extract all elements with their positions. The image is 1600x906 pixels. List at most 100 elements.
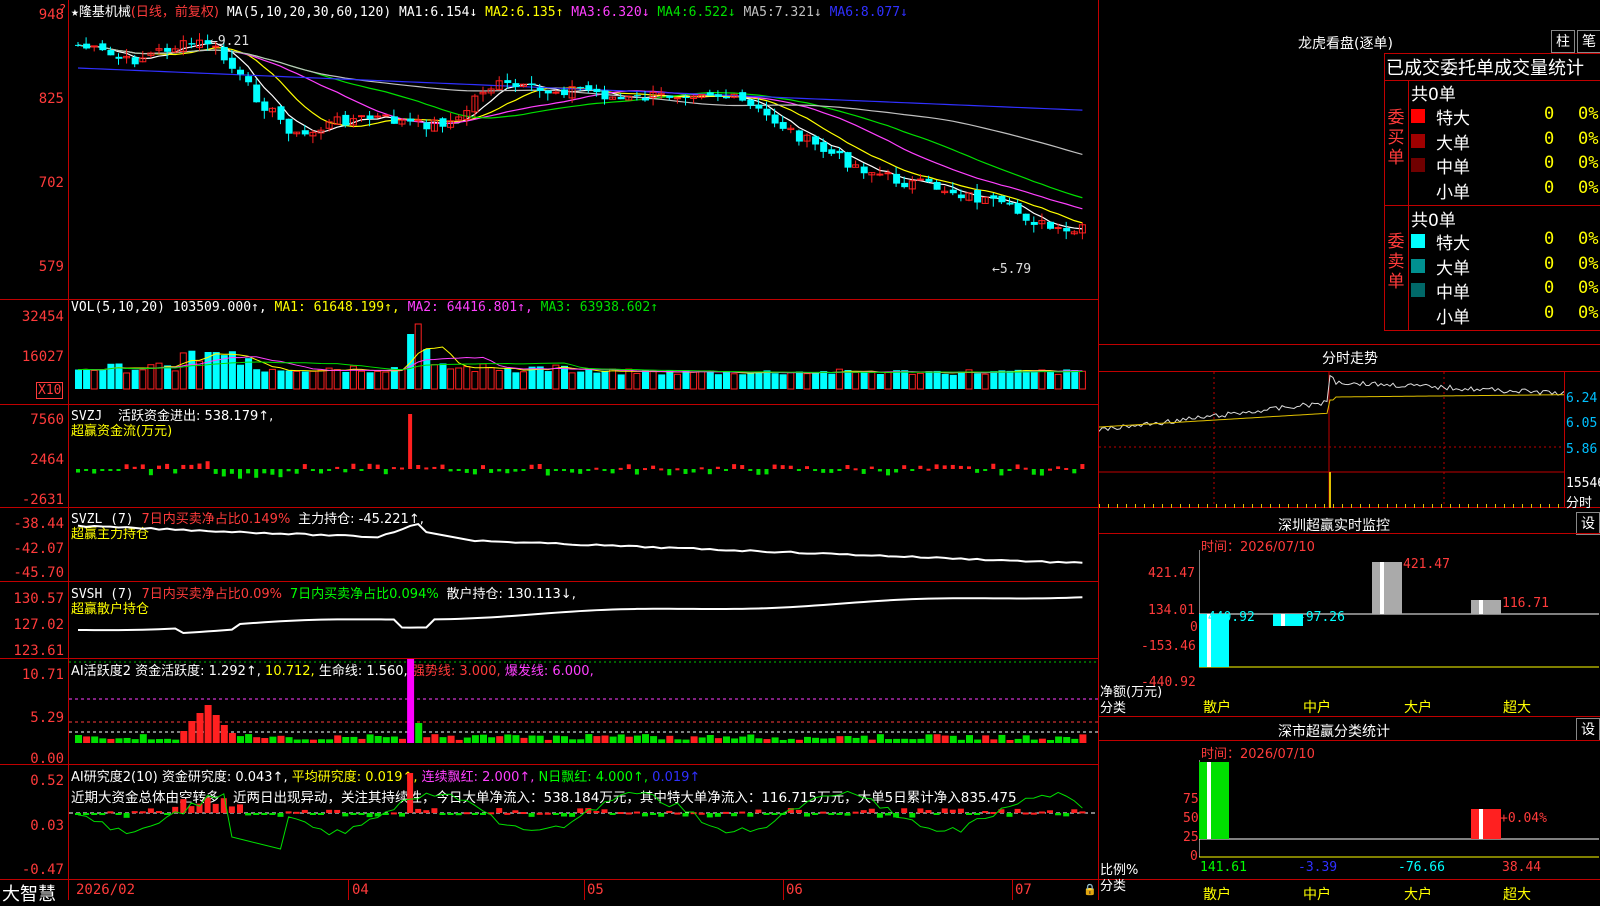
intraday-volume — [1549, 504, 1550, 508]
vol-unit-badge[interactable]: X10 — [36, 382, 64, 399]
monitor-settings-button[interactable]: 设 — [1576, 512, 1600, 535]
activity-bar — [131, 739, 139, 743]
activity-bar — [285, 737, 293, 743]
flow-bar — [918, 465, 923, 469]
question-icon[interactable]: ? — [59, 2, 66, 16]
candle-body — [301, 130, 309, 135]
volume-chart — [75, 323, 1086, 390]
candle-body — [261, 101, 269, 111]
flow-bar — [408, 414, 413, 469]
order-count: 0 — [1544, 104, 1555, 124]
tick-view-button[interactable]: 笔 — [1577, 30, 1600, 53]
research-bar — [520, 812, 527, 815]
intraday-chart[interactable] — [1099, 372, 1564, 508]
candle-body — [682, 97, 690, 99]
volume-bar — [1078, 370, 1086, 390]
intraday-volume — [1297, 504, 1298, 508]
activity-bar — [982, 735, 990, 743]
candle-body — [916, 178, 924, 181]
activity-bar — [1022, 735, 1030, 743]
flow-bar — [553, 469, 558, 471]
volume-ma-line — [77, 361, 1083, 373]
lock-icon[interactable]: 🔒 — [1083, 883, 1097, 896]
column-view-button[interactable]: 柱 — [1551, 30, 1575, 53]
research-bar — [617, 812, 624, 815]
activity-bar — [755, 738, 763, 743]
activity-bar — [1055, 736, 1063, 743]
research-bar — [795, 809, 802, 813]
flow-bar — [586, 469, 591, 471]
research-bar — [909, 813, 916, 818]
intraday-volume — [1468, 504, 1469, 508]
svzl-chart — [77, 522, 1083, 564]
holding-line — [77, 522, 1083, 564]
category-label: 超大 — [1503, 887, 1531, 903]
research-bar — [277, 813, 284, 817]
flow-bar — [950, 464, 955, 469]
activity-bar — [277, 735, 285, 743]
intraday-volume — [1360, 504, 1361, 508]
intraday-volume — [1558, 504, 1559, 508]
stat2-value: 38.44 — [1502, 860, 1542, 875]
flow-bar — [359, 469, 364, 471]
volume-bar — [908, 373, 916, 390]
sell-orders-label: 委卖单 — [1387, 232, 1405, 292]
research-bar — [925, 810, 932, 813]
volume-bar — [561, 365, 568, 389]
intraday-volume — [1459, 504, 1460, 508]
candle-body — [1054, 227, 1062, 230]
activity-bar — [180, 731, 188, 743]
activity-bar — [868, 739, 876, 743]
research-bar — [309, 813, 316, 815]
research-bar — [577, 808, 584, 813]
flow-bar — [76, 469, 80, 473]
flow-bar — [124, 464, 129, 469]
research-bar — [415, 808, 422, 813]
research-bar — [933, 813, 940, 815]
volume-bar — [617, 374, 625, 389]
activity-bar — [828, 738, 836, 743]
flow-bar — [707, 469, 712, 475]
volume-bar — [876, 373, 884, 389]
svzj-axis-label: 2464 — [30, 452, 64, 468]
flow-bar — [1048, 468, 1052, 471]
candle-body — [99, 43, 107, 51]
intraday-volume — [1477, 504, 1478, 508]
intraday-volume — [1504, 504, 1505, 508]
order-name: 中单 — [1436, 283, 1470, 303]
research-bar — [390, 812, 397, 815]
intraday-volume — [1306, 504, 1307, 508]
divider — [1384, 330, 1600, 331]
monitor-axis-label: 134.01 — [1148, 603, 1195, 618]
volume-bar — [585, 369, 593, 389]
research-bar — [633, 811, 640, 814]
intraday-axis-label: 6.05 — [1566, 416, 1598, 431]
flow-bar — [748, 469, 753, 471]
stat2-settings-button[interactable]: 设 — [1576, 718, 1600, 741]
ai1-axis-label: 5.29 — [30, 710, 64, 726]
flow-bar — [675, 468, 680, 471]
research-bar — [650, 813, 657, 815]
stat2-bar — [1471, 809, 1501, 839]
price-axis-label: 702 — [38, 175, 64, 191]
activity-bar — [439, 737, 447, 743]
candle-body — [414, 119, 422, 122]
research-bar — [812, 813, 819, 815]
activity-bar — [917, 738, 925, 743]
research-bar — [836, 813, 843, 815]
flow-bar — [643, 468, 647, 471]
research-bar — [439, 813, 446, 815]
volume-bar — [755, 371, 763, 389]
activity-bar — [326, 739, 334, 743]
color-swatch — [1411, 307, 1425, 322]
order-pct: 0% — [1578, 278, 1599, 298]
candle-body — [107, 50, 115, 56]
intraday-volume — [1225, 504, 1226, 508]
monitor-xlabel: 分类 — [1100, 701, 1127, 716]
research-bar — [318, 813, 324, 815]
volume-bar — [673, 373, 681, 390]
activity-bar — [658, 739, 666, 743]
flow-bar — [772, 464, 777, 469]
flow-bar — [238, 469, 242, 479]
flow-bar — [213, 469, 218, 474]
